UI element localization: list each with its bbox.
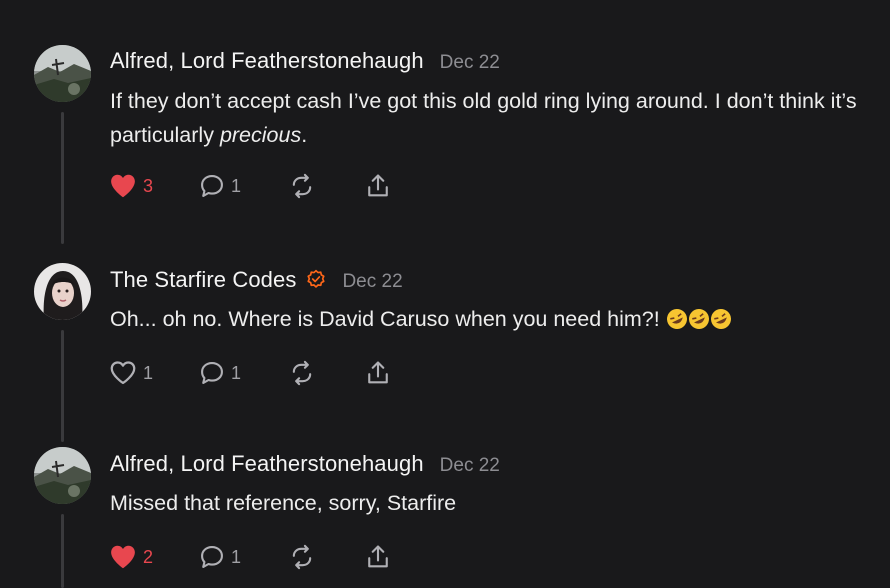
comment-actions: 1 1 xyxy=(108,358,392,388)
share-icon xyxy=(368,545,388,568)
comment-date[interactable]: Dec 22 xyxy=(440,52,500,74)
comment-text-emphasis: precious xyxy=(219,123,302,147)
reply-button[interactable]: 1 xyxy=(198,543,288,571)
heart-filled-icon xyxy=(111,174,135,198)
thread-line xyxy=(61,514,64,588)
like-button[interactable]: 1 xyxy=(108,358,198,388)
reply-button[interactable]: 1 xyxy=(198,359,288,387)
reply-count: 1 xyxy=(231,362,242,383)
comment-bubble-icon xyxy=(201,362,223,384)
reply-count: 1 xyxy=(231,546,242,567)
thread-line xyxy=(61,112,64,244)
comment-body: Oh... oh no. Where is David Caruso when … xyxy=(110,302,880,340)
author-name[interactable]: Alfred, Lord Featherstonehaugh xyxy=(110,48,424,74)
like-count: 1 xyxy=(143,362,154,383)
comment-actions: 2 1 xyxy=(108,542,392,572)
like-button[interactable]: 2 xyxy=(108,542,198,572)
restack-icon xyxy=(292,360,312,386)
like-count: 2 xyxy=(143,546,154,567)
heart-filled-icon xyxy=(111,545,135,569)
share-icon xyxy=(368,174,388,197)
avatar[interactable] xyxy=(34,45,91,102)
comment-header: The Starfire Codes Dec 22 xyxy=(110,267,403,293)
comment-header: Alfred, Lord Featherstonehaugh Dec 22 xyxy=(110,451,500,477)
comment-date[interactable]: Dec 22 xyxy=(440,455,500,477)
reply-count: 1 xyxy=(231,175,242,196)
reply-button[interactable]: 1 xyxy=(198,172,288,200)
restack-icon xyxy=(292,544,312,570)
avatar[interactable] xyxy=(34,447,91,504)
rolling-on-floor-laughing-emoji xyxy=(666,306,732,340)
avatar[interactable] xyxy=(34,263,91,320)
like-button[interactable]: 3 xyxy=(108,171,198,201)
share-icon xyxy=(368,361,388,384)
thread-line xyxy=(61,330,64,442)
restack-button[interactable] xyxy=(288,543,364,571)
restack-button[interactable] xyxy=(288,359,364,387)
verified-badge-icon xyxy=(306,269,326,294)
comment-bubble-icon xyxy=(201,546,223,568)
comment-text-end: . xyxy=(301,123,308,147)
share-button[interactable] xyxy=(364,359,392,387)
comment-date[interactable]: Dec 22 xyxy=(342,271,402,293)
author-name[interactable]: The Starfire Codes xyxy=(110,267,296,293)
share-button[interactable] xyxy=(364,172,392,200)
heart-outline-icon xyxy=(110,361,136,385)
comment-text: Oh... oh no. Where is David Caruso when … xyxy=(110,307,660,331)
comment-bubble-icon xyxy=(201,175,223,197)
share-button[interactable] xyxy=(364,543,392,571)
comment-actions: 3 1 xyxy=(108,171,392,201)
comment-body: Missed that reference, sorry, Starfire xyxy=(110,486,880,520)
like-count: 3 xyxy=(143,175,154,196)
restack-button[interactable] xyxy=(288,172,364,200)
comment-header: Alfred, Lord Featherstonehaugh Dec 22 xyxy=(110,48,500,74)
landscape-avatar-icon xyxy=(34,447,91,504)
restack-icon xyxy=(292,173,312,199)
comment-body: If they don’t accept cash I’ve got this … xyxy=(110,84,880,152)
author-name[interactable]: Alfred, Lord Featherstonehaugh xyxy=(110,451,424,477)
landscape-avatar-icon xyxy=(34,45,91,102)
comment-text: Missed that reference, sorry, Starfire xyxy=(110,491,457,515)
portrait-avatar-icon xyxy=(34,263,91,320)
